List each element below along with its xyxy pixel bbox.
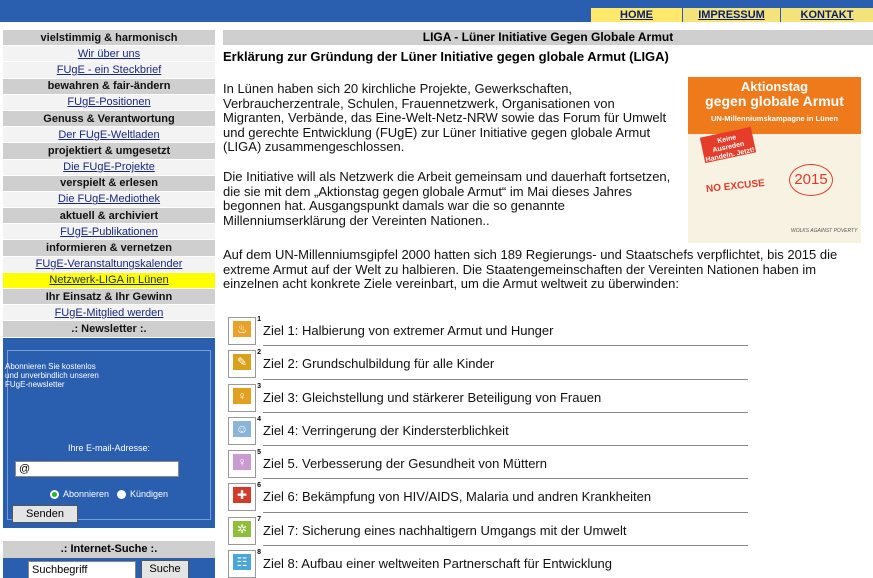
poster-title-line2: gegen globale Armut: [705, 93, 844, 109]
send-button[interactable]: Senden: [12, 504, 78, 523]
unsubscribe-radio[interactable]: [116, 489, 126, 499]
hands-icon: ☷ 8: [228, 549, 261, 578]
goal-number: 6: [257, 482, 261, 490]
goal-divider: [263, 511, 748, 513]
sidebar-link[interactable]: Die FUgE-Projekte: [3, 159, 215, 176]
sidebar-category: vielstimmig & harmonisch: [3, 30, 215, 47]
child-icon: ☺ 4: [228, 416, 261, 445]
search-heading: .: Internet-Suche :.: [3, 540, 215, 558]
intro-paragraph: In Lünen haben sich 20 kirchliche Projek…: [223, 81, 667, 154]
poster-title-line1: Aktionstag: [740, 79, 809, 94]
goal-divider: [263, 345, 748, 347]
sidebar-category: Genuss & Verantwortung: [3, 110, 215, 128]
sidebar-category: projektiert & umgesetzt: [3, 143, 215, 160]
goal-item: ♨ 1 Ziel 1: Halbierung von extremer Armut …: [228, 315, 748, 348]
subscribe-radio[interactable]: [49, 489, 59, 499]
poster-no-excuse: NO EXCUSE: [705, 177, 766, 196]
goal-text: Ziel 6: Bekämpfung von HIV/AIDS, Malaria…: [263, 489, 652, 505]
sidebar-link[interactable]: Der FUgE-Weltladen: [3, 127, 215, 144]
goal-number: 5: [257, 449, 261, 457]
sidebar-link[interactable]: Netzwerk-LIGA in Lünen: [3, 272, 215, 289]
email-field[interactable]: [15, 460, 179, 477]
campaign-poster: Aktionstag gegen globale Armut UN-Millen…: [688, 77, 861, 243]
poster-footer: WOLKS AGAINST POVERTY: [791, 228, 858, 234]
nav-kontakt-link[interactable]: KONTAKT: [780, 8, 873, 22]
goal-number: 4: [257, 415, 261, 423]
subscribe-label: Abonnieren: [62, 488, 109, 499]
main-content: LIGA - Lüner Initiative Gegen Globale Ar…: [223, 30, 873, 578]
goal-text: Ziel 8: Aufbau einer weltweiten Partners…: [263, 556, 613, 572]
search-button[interactable]: Suche: [141, 559, 189, 578]
sidebar-link[interactable]: FUgE-Publikationen: [3, 224, 215, 241]
goal-text: Ziel 1: Halbierung von extremer Armut un…: [263, 323, 554, 338]
newsletter-intro: Abonnieren Sie kostenlos und unverbindlic…: [5, 361, 99, 389]
nav-home-link[interactable]: HOME: [590, 8, 682, 22]
medicine-icon: ✚ 6: [228, 482, 261, 512]
goal-divider: [263, 445, 748, 447]
goal-number: 2: [257, 349, 261, 357]
goal-item: ✎ 2 Ziel 2: Grundschulbildung für alle Kin…: [228, 348, 748, 381]
summit-paragraph: Auf dem UN-Millenniumsgipfel 2000 hatten…: [223, 247, 838, 291]
search-input[interactable]: [28, 560, 136, 578]
goal-number: 1: [257, 316, 261, 323]
email-label: Ihre E-mail-Adresse:: [67, 442, 151, 453]
sidebar-category: verspielt & erlesen: [3, 175, 215, 192]
pencil-icon: ✎ 2: [228, 349, 261, 379]
sidebar-link[interactable]: Die FUgE-Mediothek: [3, 191, 215, 209]
goal-text: Ziel 7: Sicherung eines nachhaltigern Um…: [263, 522, 627, 538]
goal-item: ☷ 8 Ziel 8: Aufbau einer weltweiten Partne…: [228, 548, 748, 578]
sidebar-category: Ihr Einsatz & Ihr Gewinn: [3, 289, 215, 306]
goal-divider: [263, 545, 748, 547]
sidebar-category: informieren & vernetzen: [3, 240, 215, 257]
sidebar-link[interactable]: FUgE - ein Steckbrief: [3, 62, 215, 79]
female-icon: ♀ 3: [228, 383, 261, 412]
goal-item: ♀ 3 Ziel 3: Gleichstellung und stärkerer B…: [228, 382, 748, 415]
nav-impressum-link[interactable]: IMPRESSUM: [682, 8, 780, 22]
goal-item: ✲ 7 Ziel 7: Sicherung eines nachhaltigern …: [228, 515, 748, 548]
goal-divider: [263, 378, 748, 380]
goal-item: ✚ 6 Ziel 6: Bekämpfung von HIV/AIDS, Malar…: [228, 481, 748, 514]
newsletter-heading: .: Newsletter :.: [3, 321, 215, 338]
sidebar-category: bewahren & fair-ändern: [3, 78, 215, 95]
goal-text: Ziel 4: Verringerung der Kindersterblich…: [263, 422, 509, 438]
sidebar-link[interactable]: FUgE-Positionen: [3, 94, 215, 111]
sidebar-link[interactable]: FUgE-Veranstaltungskalender: [3, 256, 215, 273]
mother-icon: ♀ 5: [228, 449, 261, 479]
goal-item: ♀ 5 Ziel 5. Verbesserung der Gesundheit vo…: [228, 448, 748, 481]
sidebar-menu: vielstimmig & harmonisch Wir über uns FUgE…: [3, 30, 215, 322]
search-box: Suche: [3, 557, 215, 578]
page-title: LIGA - Lüner Initiative Gegen Globale Ar…: [223, 30, 873, 45]
sidebar-category: aktuell & archiviert: [3, 208, 215, 225]
goal-text: Ziel 2: Grundschulbildung für alle Kinde…: [263, 356, 495, 372]
goal-number: 7: [257, 515, 261, 523]
goal-text: Ziel 5. Verbesserung der Gesundheit von …: [263, 456, 547, 472]
goal-number: 8: [257, 549, 261, 557]
goal-divider: [263, 478, 748, 480]
sidebar-link[interactable]: Wir über uns: [3, 46, 215, 63]
top-navigation: HOME IMPRESSUM KONTAKT: [590, 8, 873, 22]
goal-item: ☺ 4 Ziel 4: Verringerung der Kindersterbli…: [228, 415, 748, 448]
page-heading: Erklärung zur Gründung der Lüner Initiat…: [223, 49, 669, 64]
newsletter-box: Abonnieren Sie kostenlos und unverbindlic…: [3, 337, 215, 528]
goal-divider: [263, 411, 748, 413]
poster-subtitle: UN-Millenniumskampagne in Lünen: [710, 114, 839, 123]
goals-list: ♨ 1 Ziel 1: Halbierung von extremer Armut …: [228, 315, 748, 578]
poster-year: 2015: [789, 164, 833, 196]
initiative-paragraph: Die Initiative will als Netzwerk die Arb…: [223, 169, 671, 228]
goal-number: 3: [257, 382, 261, 390]
bowl-icon: ♨ 1: [228, 316, 261, 345]
tree-icon: ✲ 7: [228, 516, 261, 545]
sidebar: vielstimmig & harmonisch Wir über uns FUgE…: [3, 30, 215, 578]
subscription-options: Abonnieren Kündigen: [3, 489, 215, 499]
goal-text: Ziel 3: Gleichstellung und stärkerer Bet…: [263, 389, 602, 405]
sidebar-link[interactable]: FUgE-Mitglied werden: [3, 305, 215, 322]
unsubscribe-label: Kündigen: [130, 488, 169, 499]
